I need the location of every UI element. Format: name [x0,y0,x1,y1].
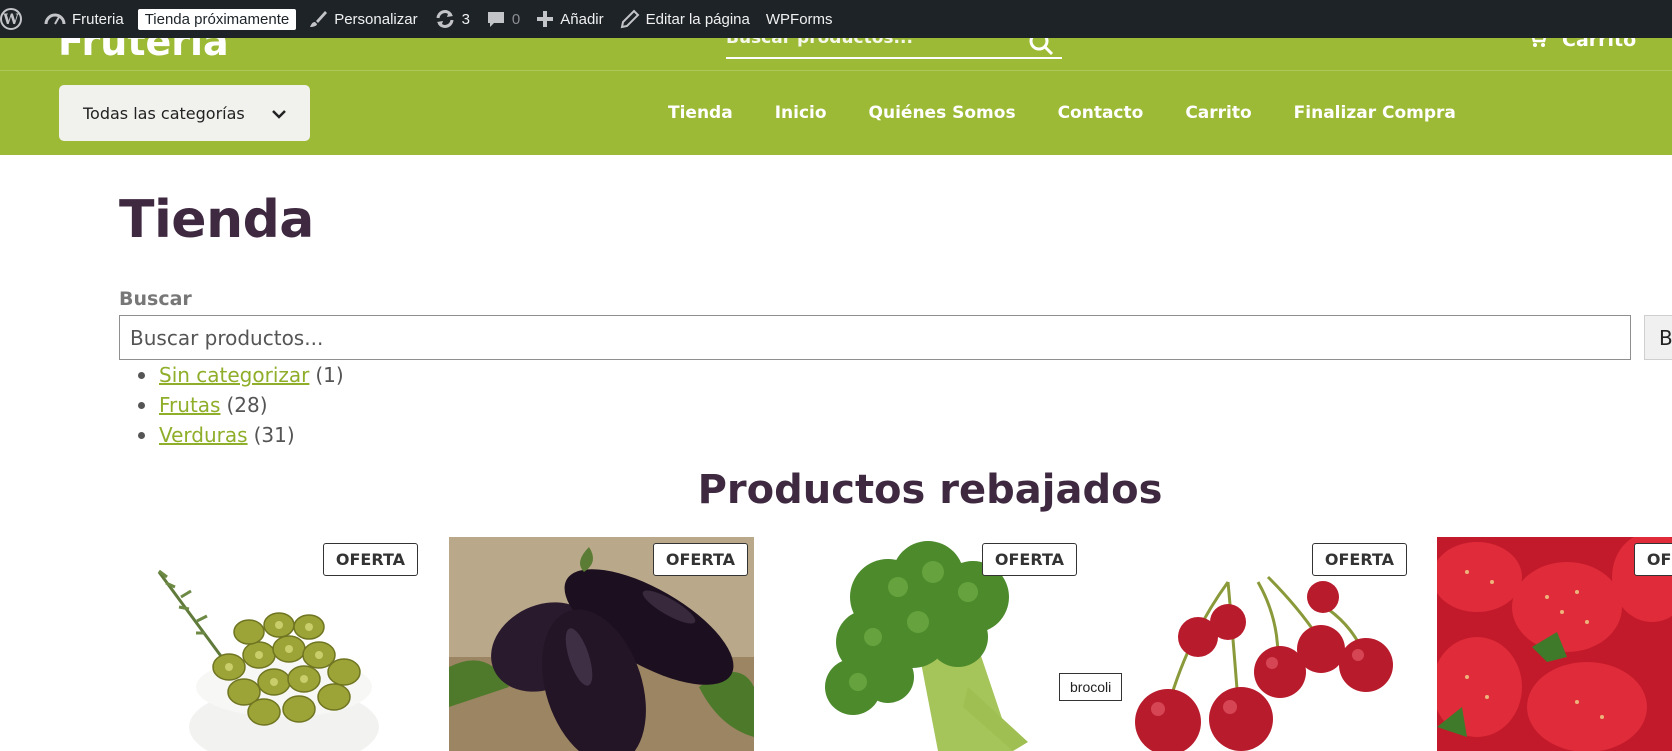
product-card-cherries[interactable]: OFERTA [1108,537,1413,751]
product-card-eggplant[interactable]: OFERTA [449,537,754,751]
comments-link[interactable]: 0 [478,0,528,38]
header-cart-link[interactable]: Carrito [1526,38,1636,53]
sale-badge: OFERTA [981,543,1077,576]
search-button[interactable]: Bu [1644,315,1672,360]
cart-icon [1526,38,1562,53]
pencil-icon [620,9,640,29]
page-title: Tienda [119,190,314,250]
category-count: (1) [315,363,344,387]
all-categories-dropdown[interactable]: Todas las categorías [59,85,310,141]
product-search-input[interactable]: Buscar productos... [119,315,1631,360]
sale-badge: OFERTA [322,543,418,576]
coming-soon-badge[interactable]: Tienda próximamente [132,0,301,38]
edit-page-link[interactable]: Editar la página [612,0,758,38]
search-label: Buscar [119,288,192,310]
list-item: Sin categorizar (1) [138,360,344,390]
sale-badge: OFERTA [652,543,748,576]
main-navigation: Todas las categorías Tienda Inicio Quién… [0,71,1672,155]
add-new-label: Añadir [560,10,604,28]
list-item: Verduras (31) [138,420,344,450]
nav-inicio[interactable]: Inicio [775,103,827,123]
sale-badge: OFERTA [1633,543,1672,576]
product-card-olives[interactable]: OFERTA [119,537,424,751]
product-search-placeholder: Buscar productos... [130,325,324,350]
brush-icon [308,9,328,29]
nav-finalizar-compra[interactable]: Finalizar Compra [1294,103,1456,123]
customize-label: Personalizar [334,10,418,28]
sale-badge: OFERTA [1311,543,1407,576]
nav-menu: Tienda Inicio Quiénes Somos Contacto Car… [668,71,1498,155]
category-count: (31) [253,423,295,447]
search-icon[interactable] [1028,38,1054,60]
sale-section-title: Productos rebajados [697,467,1163,513]
nav-quienes-somos[interactable]: Quiénes Somos [869,103,1016,123]
category-link-frutas[interactable]: Frutas [159,393,220,417]
nav-carrito[interactable]: Carrito [1185,103,1251,123]
cart-label: Carrito [1562,38,1637,51]
wpforms-label: WPForms [765,10,833,28]
image-tooltip: brocoli [1059,673,1123,701]
customize-link[interactable]: Personalizar [300,0,425,38]
updates-count: 3 [461,10,470,28]
wp-admin-bar: W Fruteria Tienda próximamente Personali… [0,0,1672,38]
updates-link[interactable]: 3 [426,0,478,38]
product-card-broccoli[interactable]: OFERTA [778,537,1083,751]
site-name: Fruteria [72,10,124,28]
wordpress-logo-icon[interactable]: W [0,0,36,38]
list-item: Frutas (28) [138,390,344,420]
nav-contacto[interactable]: Contacto [1058,103,1144,123]
header-search-input[interactable]: Buscar productos... [726,38,1062,59]
nav-tienda[interactable]: Tienda [668,103,733,123]
dashboard-icon [44,9,66,29]
site-logo[interactable]: Fruteria [58,38,229,64]
category-count: (28) [226,393,268,417]
comment-icon [486,9,506,29]
site-name-menu[interactable]: Fruteria [36,0,132,38]
all-categories-label: Todas las categorías [83,103,245,123]
category-link-verduras[interactable]: Verduras [159,423,248,447]
category-list: Sin categorizar (1) Frutas (28) Verduras… [138,360,344,450]
wpforms-link[interactable]: WPForms [758,0,841,38]
edit-page-label: Editar la página [645,10,750,28]
comments-count: 0 [511,10,521,28]
chevron-down-icon [272,104,286,123]
svg-text:W: W [2,12,19,28]
add-new-menu[interactable]: Añadir [528,0,611,38]
category-link-sin-categorizar[interactable]: Sin categorizar [159,363,309,387]
site-header: Fruteria Buscar productos... Carrito [0,38,1672,71]
header-search-placeholder: Buscar productos... [726,38,913,48]
updates-icon [434,9,456,29]
plus-icon [536,10,554,28]
product-card-strawberries[interactable]: OFERTA [1437,537,1672,751]
